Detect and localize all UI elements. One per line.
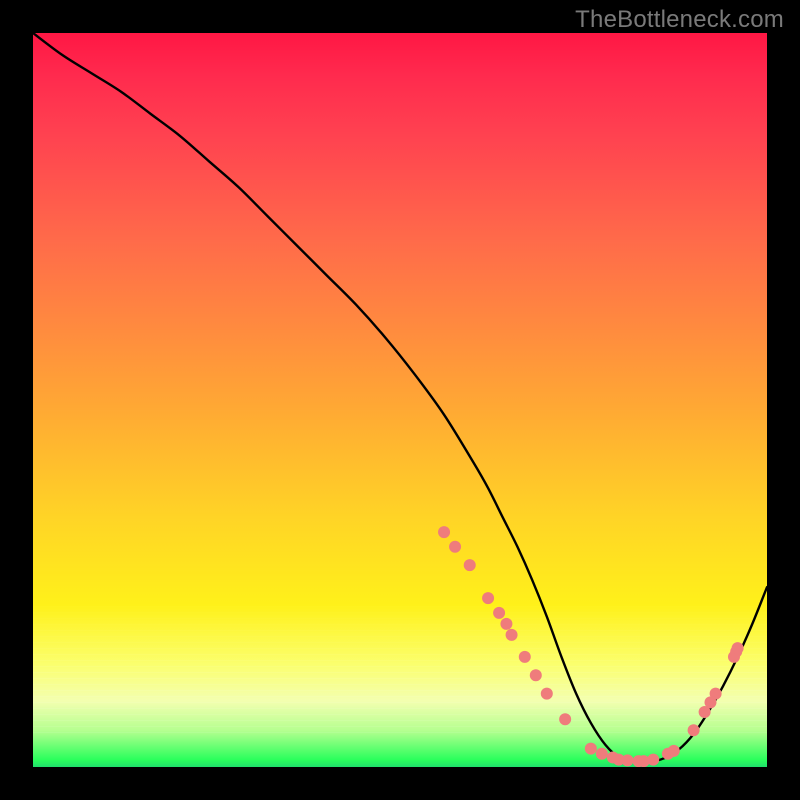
chart-stage: TheBottleneck.com (0, 0, 800, 800)
background-gradient (33, 33, 767, 767)
plot-area (33, 33, 767, 767)
watermark-text: TheBottleneck.com (575, 6, 784, 34)
